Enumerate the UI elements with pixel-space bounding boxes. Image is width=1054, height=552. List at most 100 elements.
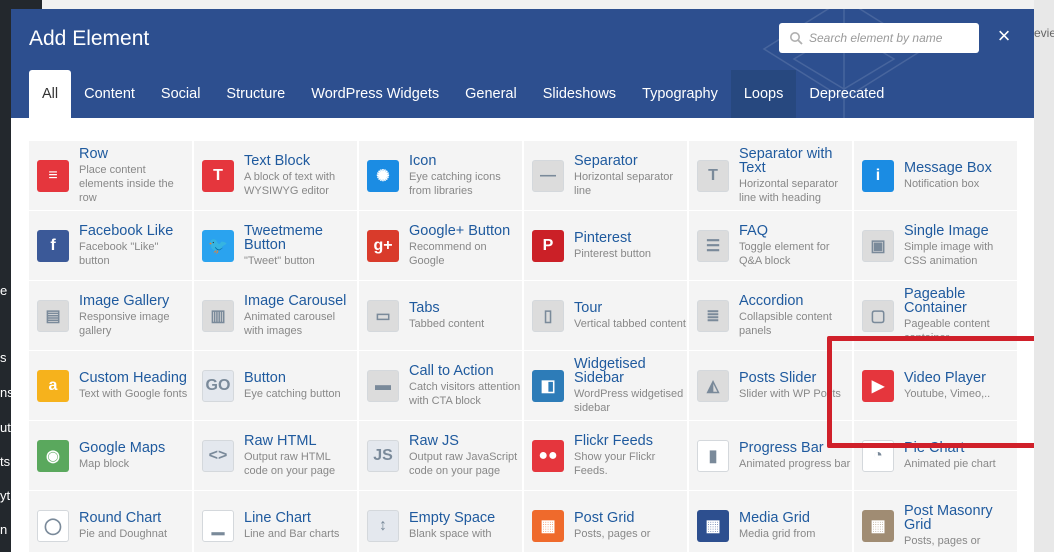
raw-js-icon: JS (367, 439, 399, 472)
tab-content[interactable]: Content (71, 70, 148, 118)
admin-menu-text[interactable]: n (0, 522, 7, 537)
element-name: Post Masonry Grid (904, 502, 993, 533)
preview-text: evie (1034, 26, 1054, 40)
element-icon[interactable]: ✺ Icon Eye catching icons from libraries (359, 141, 522, 210)
element-facebook-like[interactable]: f Facebook Like Facebook "Like" button (29, 211, 192, 280)
element-name: Text Block (244, 152, 311, 169)
element-name: Flickr Feeds (574, 432, 653, 449)
element-call-to-action[interactable]: ▬ Call to Action Catch visitors attention … (359, 351, 522, 420)
element-message-box[interactable]: i Message Box Notification box (854, 141, 1017, 210)
element-pinterest[interactable]: P Pinterest Pinterest button (524, 211, 687, 280)
element-pageable-container[interactable]: ▢ Pageable Container Pageable content cont… (854, 281, 1017, 350)
modal-header: Add Element × AllContentSocialStructureW… (11, 9, 1034, 118)
element-separator[interactable]: — Separator Horizontal separator line (524, 141, 687, 210)
tab-all[interactable]: All (29, 70, 72, 118)
element-raw-js[interactable]: JS Raw JS Output raw JavaScript code on yo… (359, 421, 522, 490)
element-description: Horizontal separator line with heading (739, 177, 839, 204)
element-empty-space[interactable]: ↕ Empty Space Blank space with (359, 491, 522, 552)
element-name: Call to Action (409, 362, 494, 379)
element-video-player[interactable]: ▶ Video Player Youtube, Vimeo,.. (854, 351, 1017, 420)
element-faq[interactable]: ☰ FAQ Toggle element for Q&A block (689, 211, 852, 280)
element-text-block[interactable]: T Text Block A block of text with WYSIWYG … (194, 141, 357, 210)
admin-menu-text[interactable]: ts (0, 454, 10, 469)
element-posts-slider[interactable]: ◭ Posts Slider Slider with WP Posts (689, 351, 852, 420)
close-button[interactable]: × (993, 25, 1015, 47)
element-raw-html[interactable]: <> Raw HTML Output raw HTML code on your p… (194, 421, 357, 490)
custom-heading-icon: a (37, 369, 69, 402)
element-round-chart[interactable]: ◯ Round Chart Pie and Doughnat (29, 491, 192, 552)
element-text: Call to Action Catch visitors attention w… (409, 362, 521, 408)
element-description: Catch visitors attention with CTA block (409, 380, 521, 407)
search-box[interactable] (779, 23, 979, 53)
element-accordion[interactable]: ≣ Accordion Collapsible content panels (689, 281, 852, 350)
element-text: Line Chart Line and Bar charts (244, 509, 356, 541)
element-name: Pie Chart (904, 439, 965, 456)
element-post-grid[interactable]: ▦ Post Grid Posts, pages or (524, 491, 687, 552)
element-text: Facebook Like Facebook "Like" button (79, 223, 191, 268)
element-description: Media grid from (739, 527, 816, 540)
element-name: Raw HTML (244, 432, 317, 449)
element-pie-chart[interactable]: ◔ Pie Chart Animated pie chart (854, 421, 1017, 490)
tab-general[interactable]: General (452, 70, 530, 118)
element-description: Pageable content container (904, 317, 990, 344)
tab-loops[interactable]: Loops (730, 70, 797, 118)
element-single-image[interactable]: ▣ Single Image Simple image with CSS anima… (854, 211, 1017, 280)
admin-menu-text[interactable]: e (0, 283, 7, 298)
search-input[interactable] (809, 31, 979, 45)
element-description: Line and Bar charts (244, 527, 340, 540)
element-description: Show your Flickr Feeds. (574, 450, 656, 477)
admin-menu-text[interactable]: s (0, 350, 7, 365)
element-description: Responsive image gallery (79, 310, 170, 337)
element-media-grid[interactable]: ▦ Media Grid Media grid from (689, 491, 852, 552)
element-description: Simple image with CSS animation (904, 240, 994, 267)
element-custom-heading[interactable]: a Custom Heading Text with Google fonts (29, 351, 192, 420)
element-name: Progress Bar (739, 439, 824, 456)
tab-slideshows[interactable]: Slideshows (530, 70, 629, 118)
tab-deprecated[interactable]: Deprecated (796, 70, 897, 118)
element-text: Text Block A block of text with WYSIWYG e… (244, 152, 356, 198)
element-flickr-feeds[interactable]: ●● Flickr Feeds Show your Flickr Feeds. (524, 421, 687, 490)
element-button[interactable]: GO Button Eye catching button (194, 351, 357, 420)
element-line-chart[interactable]: ▁ Line Chart Line and Bar charts (194, 491, 357, 552)
element-description: Collapsible content panels (739, 310, 832, 337)
separator-text-icon: T (697, 159, 729, 192)
element-name: Line Chart (244, 509, 311, 526)
element-name: FAQ (739, 222, 769, 239)
element-name: Message Box (904, 159, 992, 176)
element-progress-bar[interactable]: ▮ Progress Bar Animated progress bar (689, 421, 852, 490)
element-text: Separator Horizontal separator line (574, 153, 686, 198)
flickr-icon: ●● (532, 439, 564, 472)
element-tour[interactable]: ▯ Tour Vertical tabbed content (524, 281, 687, 350)
tab-wordpress-widgets[interactable]: WordPress Widgets (298, 70, 452, 118)
element-tweetmeme-button[interactable]: 🐦 Tweetmeme Button "Tweet" button (194, 211, 357, 280)
element-text: Custom Heading Text with Google fonts (79, 370, 191, 401)
element-text: Tweetmeme Button "Tweet" button (244, 223, 356, 268)
admin-menu-text[interactable]: yt (0, 488, 10, 503)
element-description: Place content elements inside the row (79, 163, 174, 204)
tab-structure[interactable]: Structure (213, 70, 298, 118)
element-grid: ≡ Row Place content elements inside the ro… (29, 141, 1017, 552)
element-image-gallery[interactable]: ▤ Image Gallery Responsive image gallery (29, 281, 192, 350)
element-description: Eye catching icons from libraries (409, 170, 501, 197)
element-description: Recommend on Google (409, 240, 487, 267)
tour-icon: ▯ (532, 299, 564, 332)
element-name: Button (244, 369, 286, 386)
element-widgetised-sidebar[interactable]: ◧ Widgetised Sidebar WordPress widgetised … (524, 351, 687, 420)
tab-social[interactable]: Social (148, 70, 214, 118)
element-description: Slider with WP Posts (739, 387, 841, 400)
element-row[interactable]: ≡ Row Place content elements inside the ro… (29, 141, 192, 210)
element-separator-with-text[interactable]: T Separator with Text Horizontal separator… (689, 141, 852, 210)
element-post-masonry-grid[interactable]: ▦ Post Masonry Grid Posts, pages or (854, 491, 1017, 552)
element-tabs[interactable]: ▭ Tabs Tabbed content (359, 281, 522, 350)
element-name: Separator with Text (739, 145, 833, 176)
element-google-button[interactable]: g+ Google+ Button Recommend on Google (359, 211, 522, 280)
element-image-carousel[interactable]: ▥ Image Carousel Animated carousel with im… (194, 281, 357, 350)
element-google-maps[interactable]: ◉ Google Maps Map block (29, 421, 192, 490)
element-text: Tour Vertical tabbed content (574, 300, 686, 331)
element-text: Google Maps Map block (79, 440, 191, 471)
tab-typography[interactable]: Typography (629, 70, 731, 118)
pageable-container-icon: ▢ (862, 299, 894, 332)
google-plus-icon: g+ (367, 229, 399, 262)
post-masonry-grid-icon: ▦ (862, 509, 894, 542)
admin-menu-text[interactable]: ut (0, 420, 11, 435)
